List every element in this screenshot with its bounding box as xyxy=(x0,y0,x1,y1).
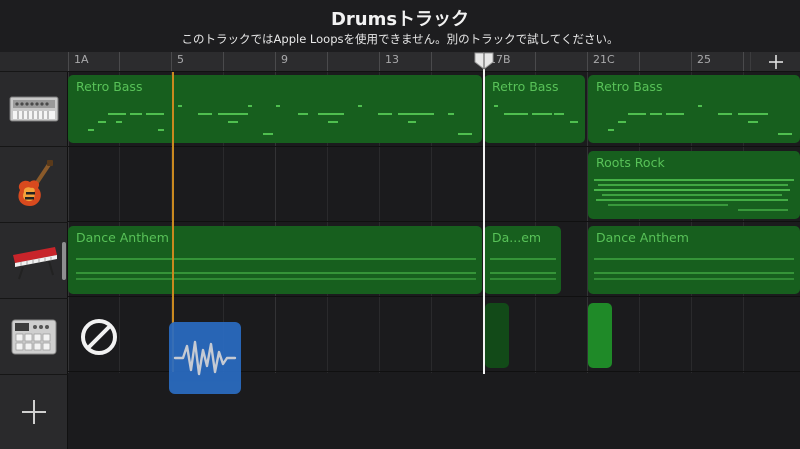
midi-notes xyxy=(594,258,794,280)
track-scroll-indicator[interactable] xyxy=(62,242,66,280)
region-retro-bass[interactable]: Retro Bass xyxy=(588,75,800,143)
region-dance-anthem[interactable]: Da...em xyxy=(484,226,561,294)
add-section-button[interactable] xyxy=(750,52,800,71)
apple-loops-warning: このトラックではApple Loopsを使用できません。別のトラックで試してくだ… xyxy=(181,32,619,46)
region-drums[interactable] xyxy=(485,303,509,368)
ruler-label: 1A xyxy=(74,53,89,66)
midi-notes xyxy=(76,258,476,280)
region-drums[interactable] xyxy=(588,303,612,368)
timeline-ruler[interactable]: 1A 5 9 13 17B 21C 25 xyxy=(68,52,800,72)
track-header-guitar[interactable] xyxy=(0,148,68,223)
track-header-synth-bass[interactable] xyxy=(0,72,68,147)
midi-notes xyxy=(88,105,472,135)
plus-icon xyxy=(22,399,46,424)
region-retro-bass[interactable]: Retro Bass xyxy=(68,75,482,143)
track-header-synth[interactable] xyxy=(0,224,68,299)
region-retro-bass[interactable]: Retro Bass xyxy=(484,75,585,143)
prohibited-icon xyxy=(81,319,117,355)
midi-notes xyxy=(594,179,794,211)
ruler-label: 9 xyxy=(281,53,288,66)
ruler-label: 25 xyxy=(697,53,711,66)
add-track-button[interactable] xyxy=(0,374,68,449)
midi-notes xyxy=(490,258,556,280)
playhead-line[interactable] xyxy=(483,63,485,374)
synth-keyboard-icon xyxy=(13,247,57,280)
region-dance-anthem[interactable]: Dance Anthem xyxy=(588,226,800,294)
dragged-loop-tile[interactable] xyxy=(169,322,241,394)
ruler-label: 13 xyxy=(385,53,399,66)
electric-guitar-icon xyxy=(18,160,53,206)
track-title: Drumsトラック xyxy=(330,9,470,30)
track-headers-sidebar xyxy=(0,52,68,449)
synth-bass-keyboard-icon xyxy=(9,96,59,122)
waveform-icon xyxy=(173,340,237,376)
track-header-drums[interactable] xyxy=(0,300,68,375)
drum-machine-icon xyxy=(11,319,57,355)
midi-notes xyxy=(494,105,578,123)
playhead-handle[interactable] xyxy=(474,52,494,70)
midi-notes xyxy=(608,105,792,135)
ruler-corner xyxy=(0,52,68,72)
track-header: Drumsトラック このトラックではApple Loopsを使用できません。別の… xyxy=(0,0,800,52)
region-dance-anthem[interactable]: Dance Anthem xyxy=(68,226,482,294)
ruler-label: 21C xyxy=(593,53,615,66)
region-roots-rock[interactable]: Roots Rock xyxy=(588,151,800,219)
plus-icon xyxy=(768,55,783,69)
ruler-label: 5 xyxy=(177,53,184,66)
